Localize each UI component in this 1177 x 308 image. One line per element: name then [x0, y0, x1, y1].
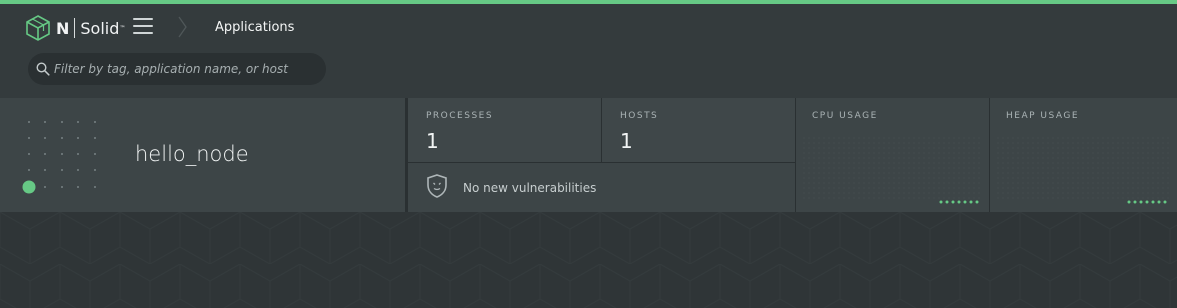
background-pattern — [0, 212, 1177, 308]
cpu-usage-label: CPU USAGE — [812, 111, 878, 121]
chevron-right-icon — [178, 16, 187, 38]
logo-word: Solid — [80, 18, 120, 38]
application-summary[interactable]: hello_node — [0, 98, 404, 212]
header: N Solid ™ Applications — [0, 4, 1177, 98]
processes-stat[interactable]: PROCESSES 1 — [408, 98, 601, 162]
process-status-dot — [22, 180, 36, 194]
logo-trademark: ™ — [119, 24, 126, 32]
hosts-label: HOSTS — [620, 111, 659, 121]
vulnerabilities-status[interactable]: No new vulnerabilities — [408, 163, 795, 212]
application-card: hello_node PROCESSES 1 HOSTS 1 No new vu… — [0, 98, 1177, 212]
search-bar — [28, 53, 326, 85]
search-icon — [36, 62, 50, 76]
search-input[interactable] — [54, 53, 314, 85]
shield-icon — [427, 174, 447, 198]
breadcrumb[interactable]: Applications — [215, 20, 294, 35]
heap-usage-panel[interactable]: HEAP USAGE — [990, 98, 1177, 212]
heap-usage-label: HEAP USAGE — [1006, 111, 1080, 121]
hamburger-menu-icon[interactable] — [133, 18, 153, 36]
vulnerabilities-text: No new vulnerabilities — [463, 181, 597, 195]
nsolid-cube-icon — [26, 15, 50, 41]
processes-count: 1 — [426, 129, 439, 153]
logo-letter: N — [56, 18, 70, 38]
hosts-count: 1 — [620, 129, 633, 153]
process-dots-icon — [22, 121, 96, 194]
logo-divider — [74, 18, 76, 38]
hosts-stat[interactable]: HOSTS 1 — [602, 98, 795, 162]
cpu-usage-panel[interactable]: CPU USAGE — [796, 98, 989, 212]
application-name: hello_node — [135, 142, 249, 166]
processes-label: PROCESSES — [426, 111, 494, 121]
logo[interactable]: N Solid ™ — [26, 14, 125, 42]
